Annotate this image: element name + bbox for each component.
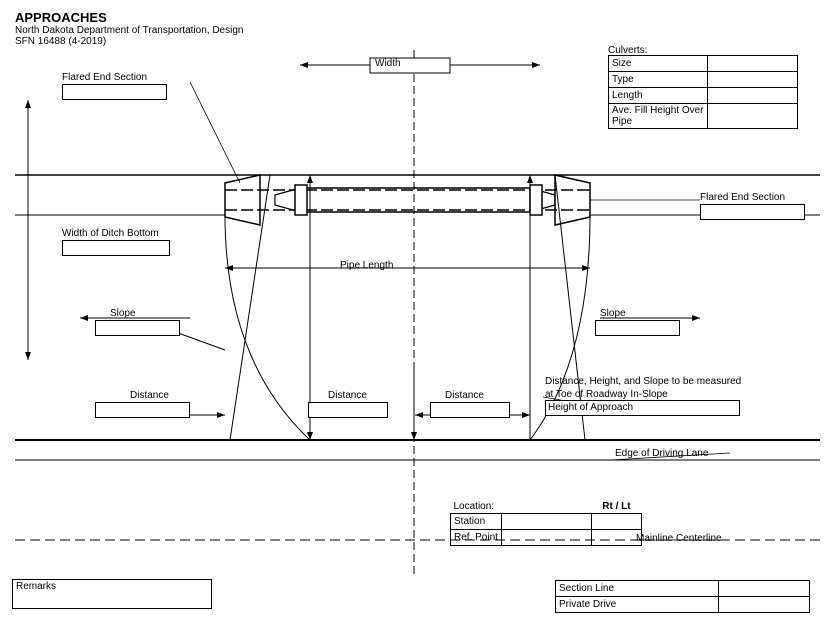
location-spacer [501, 500, 591, 514]
page: APPROACHES North Dakota Department of Tr… [0, 0, 828, 640]
distance-left-label: Distance [130, 390, 169, 401]
section-line-value[interactable] [718, 581, 809, 597]
width-ditch-bottom-field[interactable] [62, 240, 170, 256]
height-of-approach-field[interactable]: Height of Approach [545, 400, 740, 416]
distance-mid1-label: Distance [328, 390, 367, 401]
location-header-row: Location: Rt / Lt [451, 500, 642, 514]
ref-point-rt-lt[interactable] [591, 530, 641, 546]
pipe-length-label: Pipe Length [340, 260, 393, 271]
height-of-approach-label: Height of Approach [546, 402, 633, 413]
section-line-row: Section Line [556, 581, 810, 597]
remarks-label: Remarks [16, 581, 56, 592]
culverts-type-value[interactable] [708, 72, 798, 88]
ref-point-row: Ref. Point [451, 530, 642, 546]
private-drive-row: Private Drive [556, 597, 810, 613]
culverts-size-value[interactable] [708, 56, 798, 72]
rt-lt-header: Rt / Lt [591, 500, 641, 514]
toe-roadway-label: at Toe of Roadway In-Slope [545, 389, 668, 400]
slope-left-field[interactable] [95, 320, 180, 336]
private-drive-label: Private Drive [556, 597, 719, 613]
distance-mid1-field[interactable] [308, 402, 388, 418]
remarks-section: Remarks [12, 579, 212, 609]
distance-mid2-field[interactable] [430, 402, 510, 418]
width-label: Width [375, 58, 401, 69]
flared-end-left-label: Flared End Section [62, 72, 147, 83]
culverts-fill-label: Ave. Fill Height Over Pipe [609, 104, 708, 129]
edge-driving-lane-label: Edge of Driving Lane [615, 448, 708, 459]
slope-right-label: Slope [600, 308, 626, 319]
culverts-table: Size Type Length Ave. Fill Height Over P… [608, 55, 798, 129]
station-value[interactable] [501, 514, 591, 530]
flared-end-left-field[interactable] [62, 84, 167, 100]
flared-end-right-label: Flared End Section [700, 192, 785, 203]
private-drive-value[interactable] [718, 597, 809, 613]
culverts-fill-value[interactable] [708, 104, 798, 129]
station-rt-lt[interactable] [591, 514, 641, 530]
culverts-fill-row: Ave. Fill Height Over Pipe [609, 104, 798, 129]
distance-left-field[interactable] [95, 402, 190, 418]
station-row: Station [451, 514, 642, 530]
section-line-label: Section Line [556, 581, 719, 597]
slope-right-field[interactable] [595, 320, 680, 336]
slope-left-label: Slope [110, 308, 136, 319]
location-table: Location: Rt / Lt Station Ref. Point [450, 500, 642, 546]
ref-point-label: Ref. Point [451, 530, 502, 546]
culverts-type-row: Type [609, 72, 798, 88]
culverts-size-label: Size [609, 56, 708, 72]
legend-table: Section Line Private Drive [555, 580, 810, 613]
location-label: Location: [451, 500, 502, 514]
culverts-size-row: Size [609, 56, 798, 72]
distance-height-slope-label: Distance, Height, and Slope to be measur… [545, 375, 750, 389]
culverts-length-row: Length [609, 88, 798, 104]
culverts-length-value[interactable] [708, 88, 798, 104]
distance-mid2-label: Distance [445, 390, 484, 401]
width-ditch-bottom-label: Width of Ditch Bottom [62, 228, 159, 239]
culverts-type-label: Type [609, 72, 708, 88]
culverts-length-label: Length [609, 88, 708, 104]
ref-point-value[interactable] [501, 530, 591, 546]
location-section: Location: Rt / Lt Station Ref. Point [450, 500, 642, 546]
flared-end-right-field[interactable] [700, 204, 805, 220]
mainline-centerline-label: Mainline Centerline [636, 533, 722, 544]
station-label: Station [451, 514, 502, 530]
